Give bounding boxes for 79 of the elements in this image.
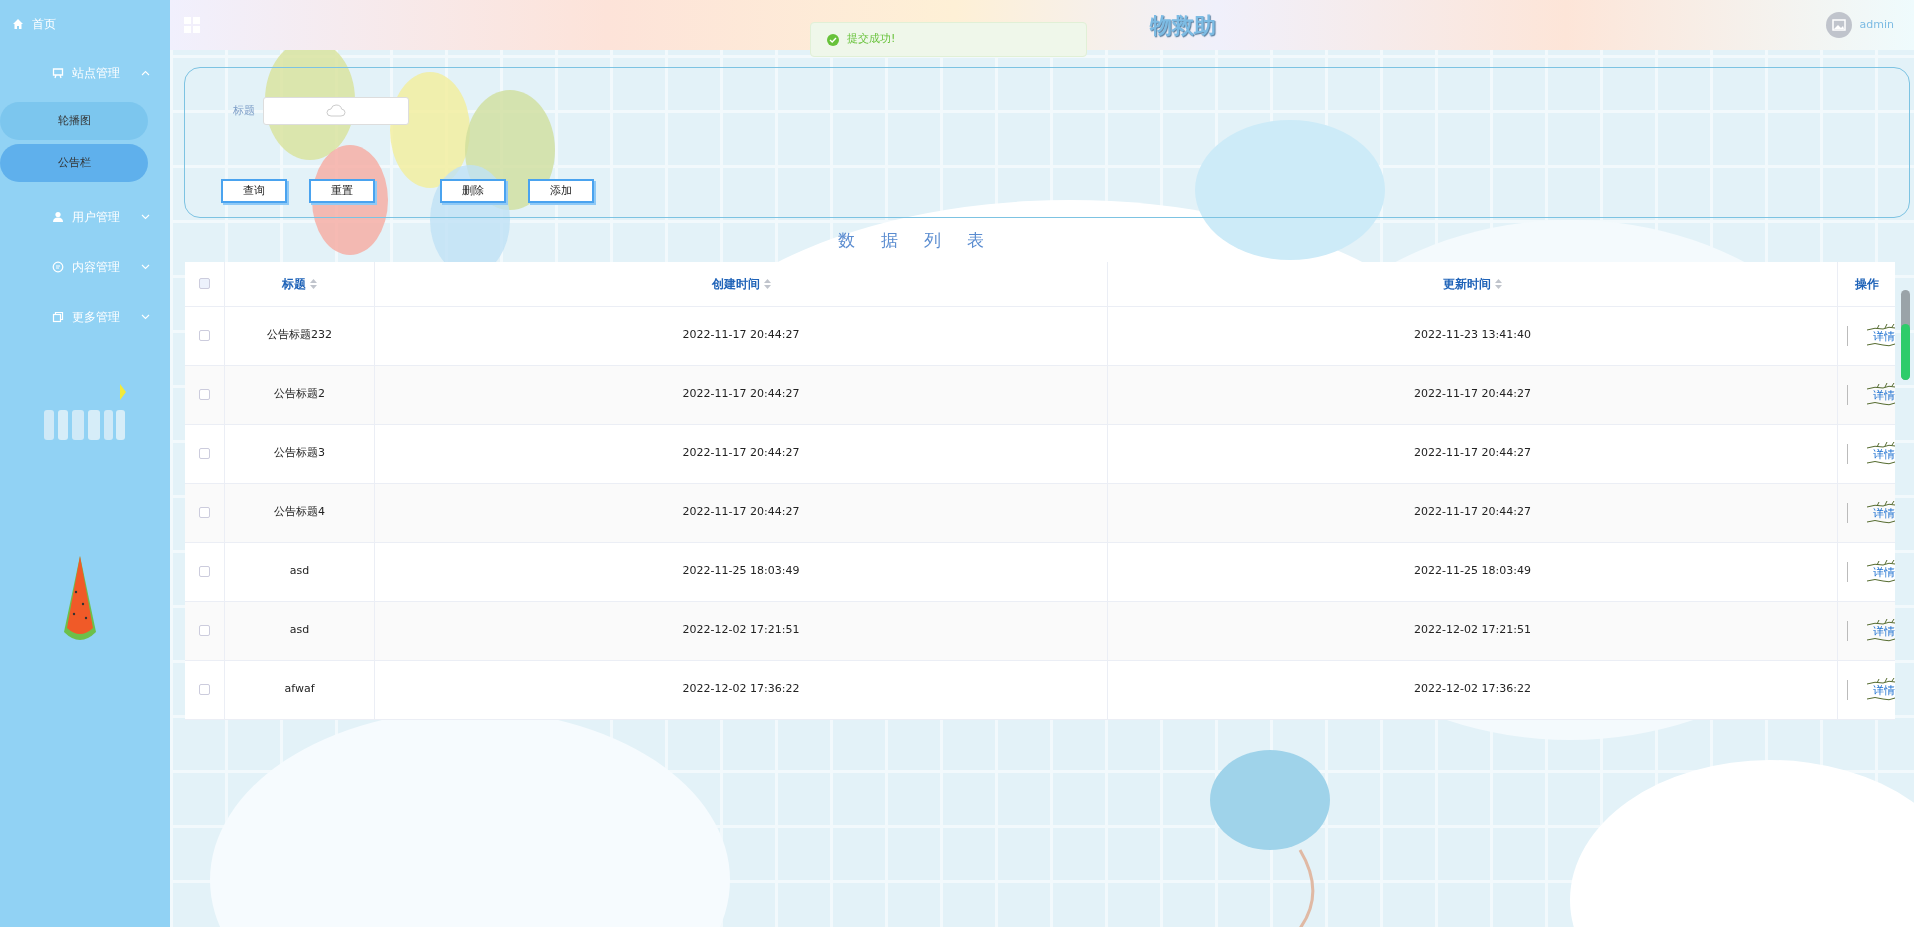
table-cell: 2022-11-23 13:41:40 <box>1414 327 1531 344</box>
scrollbar[interactable] <box>1901 290 1910 380</box>
table-cell: 2022-11-25 18:03:49 <box>682 563 800 580</box>
details-button[interactable]: 详情 <box>1873 685 1895 696</box>
table-cell: 2022-11-17 20:44:27 <box>1414 504 1531 521</box>
table-cell: 2022-11-17 20:44:27 <box>682 445 800 462</box>
username: admin <box>1859 16 1894 33</box>
vine-drawing <box>1865 559 1895 567</box>
table-cell: 2022-12-02 17:36:22 <box>682 681 800 698</box>
table-cell: 公告标题2 <box>274 386 325 403</box>
table-cell: 2022-11-17 20:44:27 <box>1414 445 1531 462</box>
sort-icon <box>763 278 771 289</box>
column-header[interactable]: 标题 <box>282 274 317 293</box>
chat-icon <box>52 261 64 273</box>
table-cell: 2022-12-02 17:21:51 <box>1414 622 1531 639</box>
vine-drawing <box>1865 618 1895 626</box>
field-label: 标题 <box>233 102 255 119</box>
table-cell: 2022-11-17 20:44:27 <box>682 327 800 344</box>
action-button[interactable]: 查询 <box>221 179 287 203</box>
copy-icon <box>52 311 64 323</box>
vine-drawing <box>1865 637 1895 643</box>
checkbox[interactable] <box>199 330 210 341</box>
details-button[interactable]: 详情 <box>1873 331 1895 342</box>
submenu-item[interactable]: 公告栏 <box>0 144 148 182</box>
vine-drawing <box>1865 441 1895 449</box>
checkbox[interactable] <box>199 684 210 695</box>
table-cell: 公告标题4 <box>274 504 325 521</box>
user-icon <box>52 211 64 223</box>
input-field[interactable] <box>263 97 409 125</box>
details-button[interactable]: 详情 <box>1873 449 1895 460</box>
checkbox[interactable] <box>199 389 210 400</box>
action-button[interactable]: 删除 <box>440 179 506 203</box>
scrollbar-thumb[interactable] <box>1901 324 1910 380</box>
action-button[interactable]: 添加 <box>528 179 594 203</box>
table-cell: 2022-12-02 17:21:51 <box>682 622 800 639</box>
vine-drawing <box>1865 578 1895 584</box>
monitor-icon <box>52 67 64 79</box>
table-cell: 2022-11-25 18:03:49 <box>1414 563 1531 580</box>
details-button[interactable]: 详情 <box>1873 390 1895 401</box>
vine-drawing <box>1865 382 1895 390</box>
page-title: 物救助 <box>1150 11 1216 40</box>
details-button[interactable]: 详情 <box>1873 567 1895 578</box>
vine-drawing <box>1865 519 1895 525</box>
checkbox[interactable] <box>199 507 210 518</box>
toast-message: 提交成功! <box>810 22 1087 57</box>
submenu-item[interactable]: 轮播图 <box>0 102 148 140</box>
details-button[interactable]: 详情 <box>1873 508 1895 519</box>
table-cell: 公告标题232 <box>267 327 332 344</box>
vine-drawing <box>1865 323 1895 331</box>
table-cell: 公告标题3 <box>274 445 325 462</box>
vine-drawing <box>1865 696 1895 702</box>
checkbox[interactable] <box>199 278 210 289</box>
vine-drawing <box>1865 460 1895 466</box>
column-header[interactable]: 创建时间 <box>711 274 771 293</box>
column-header[interactable]: 更新时间 <box>1443 274 1502 293</box>
vine-drawing <box>1865 500 1895 508</box>
table-cell: asd <box>289 622 310 639</box>
home-icon <box>12 18 24 30</box>
sort-icon <box>310 278 317 289</box>
table-cell: 2022-12-02 17:36:22 <box>1414 681 1531 698</box>
action-button[interactable]: 重置 <box>309 179 375 203</box>
table-cell: 2022-11-17 20:44:27 <box>1414 386 1531 403</box>
vine-drawing <box>1865 677 1895 685</box>
vine-drawing <box>1865 342 1895 348</box>
cloud-icon <box>326 104 346 118</box>
column-header[interactable]: 操作 <box>1854 274 1879 293</box>
checkbox[interactable] <box>199 448 210 459</box>
section-title: 数据列表 <box>838 230 1010 250</box>
table-cell: 2022-11-17 20:44:27 <box>682 386 800 403</box>
avatar-icon <box>1825 12 1852 38</box>
details-button[interactable]: 详情 <box>1873 626 1895 637</box>
sort-icon <box>1495 278 1502 289</box>
checkbox[interactable] <box>199 625 210 636</box>
table-cell: afwaf <box>284 681 315 698</box>
table-cell: 2022-11-17 20:44:27 <box>682 504 800 521</box>
vine-drawing <box>1865 401 1895 407</box>
table-cell: asd <box>289 563 310 580</box>
checkbox[interactable] <box>199 566 210 577</box>
check-circle-icon <box>827 33 839 46</box>
